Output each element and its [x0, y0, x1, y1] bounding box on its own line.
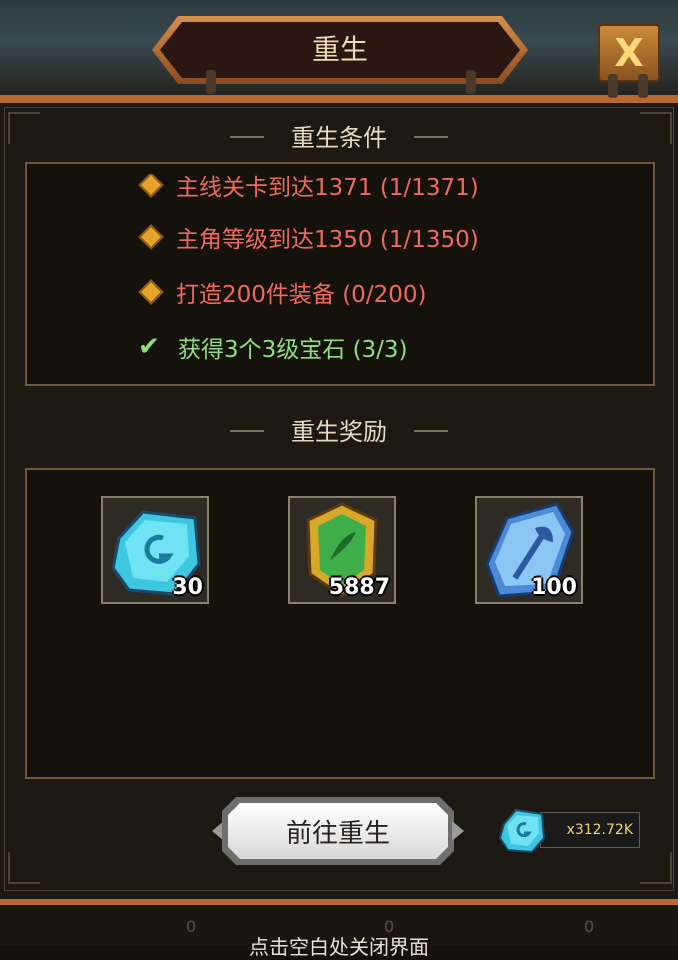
- rewards-title: 重生奖励: [291, 418, 387, 446]
- reward-count: 30: [172, 575, 203, 600]
- reward-item-axe-rune[interactable]: 100: [475, 496, 583, 604]
- reward-item-blue-rune[interactable]: 30: [101, 496, 209, 604]
- bottom-bar: 0 0 0 点击空白处关闭界面: [0, 905, 678, 959]
- conditions-list[interactable]: 主线关卡到达1371 (1/1371) 主角等级到达1350 (1/1350) …: [25, 162, 655, 386]
- checkmark-icon: ✔: [138, 332, 160, 362]
- title-ornament-right: [414, 136, 448, 138]
- reward-item-green-emblem[interactable]: 5887: [288, 496, 396, 604]
- button-hanger: [638, 74, 648, 98]
- diamond-bullet-icon: [138, 172, 164, 198]
- reward-count: 5887: [328, 575, 390, 600]
- button-hanger: [608, 74, 618, 98]
- condition-item: 打造200件装备 (0/200): [138, 275, 426, 309]
- condition-item: 主角等级到达1350 (1/1350): [138, 220, 479, 254]
- arrow-right-icon: [452, 821, 464, 841]
- close-hint-text: 点击空白处关闭界面: [249, 935, 429, 959]
- reward-count: 100: [531, 575, 577, 600]
- condition-item-completed: ✔ 获得3个3级宝石 (3/3): [138, 332, 408, 363]
- close-button[interactable]: X: [598, 24, 660, 82]
- title-ornament-right: [414, 430, 448, 432]
- scroll-clip: [27, 164, 653, 174]
- corner-ornament: [8, 852, 40, 884]
- diamond-bullet-icon: [138, 279, 164, 305]
- corner-ornament: [640, 852, 672, 884]
- banner-hanger: [466, 70, 476, 94]
- conditions-title: 重生条件: [291, 124, 387, 152]
- resource-amount: x312.72K: [540, 812, 640, 848]
- close-icon: X: [614, 31, 644, 75]
- banner-hanger: [206, 70, 216, 94]
- blue-rune-stone-icon: [498, 808, 546, 854]
- go-rebirth-button[interactable]: 前往重生: [228, 803, 448, 859]
- diamond-bullet-icon: [138, 224, 164, 250]
